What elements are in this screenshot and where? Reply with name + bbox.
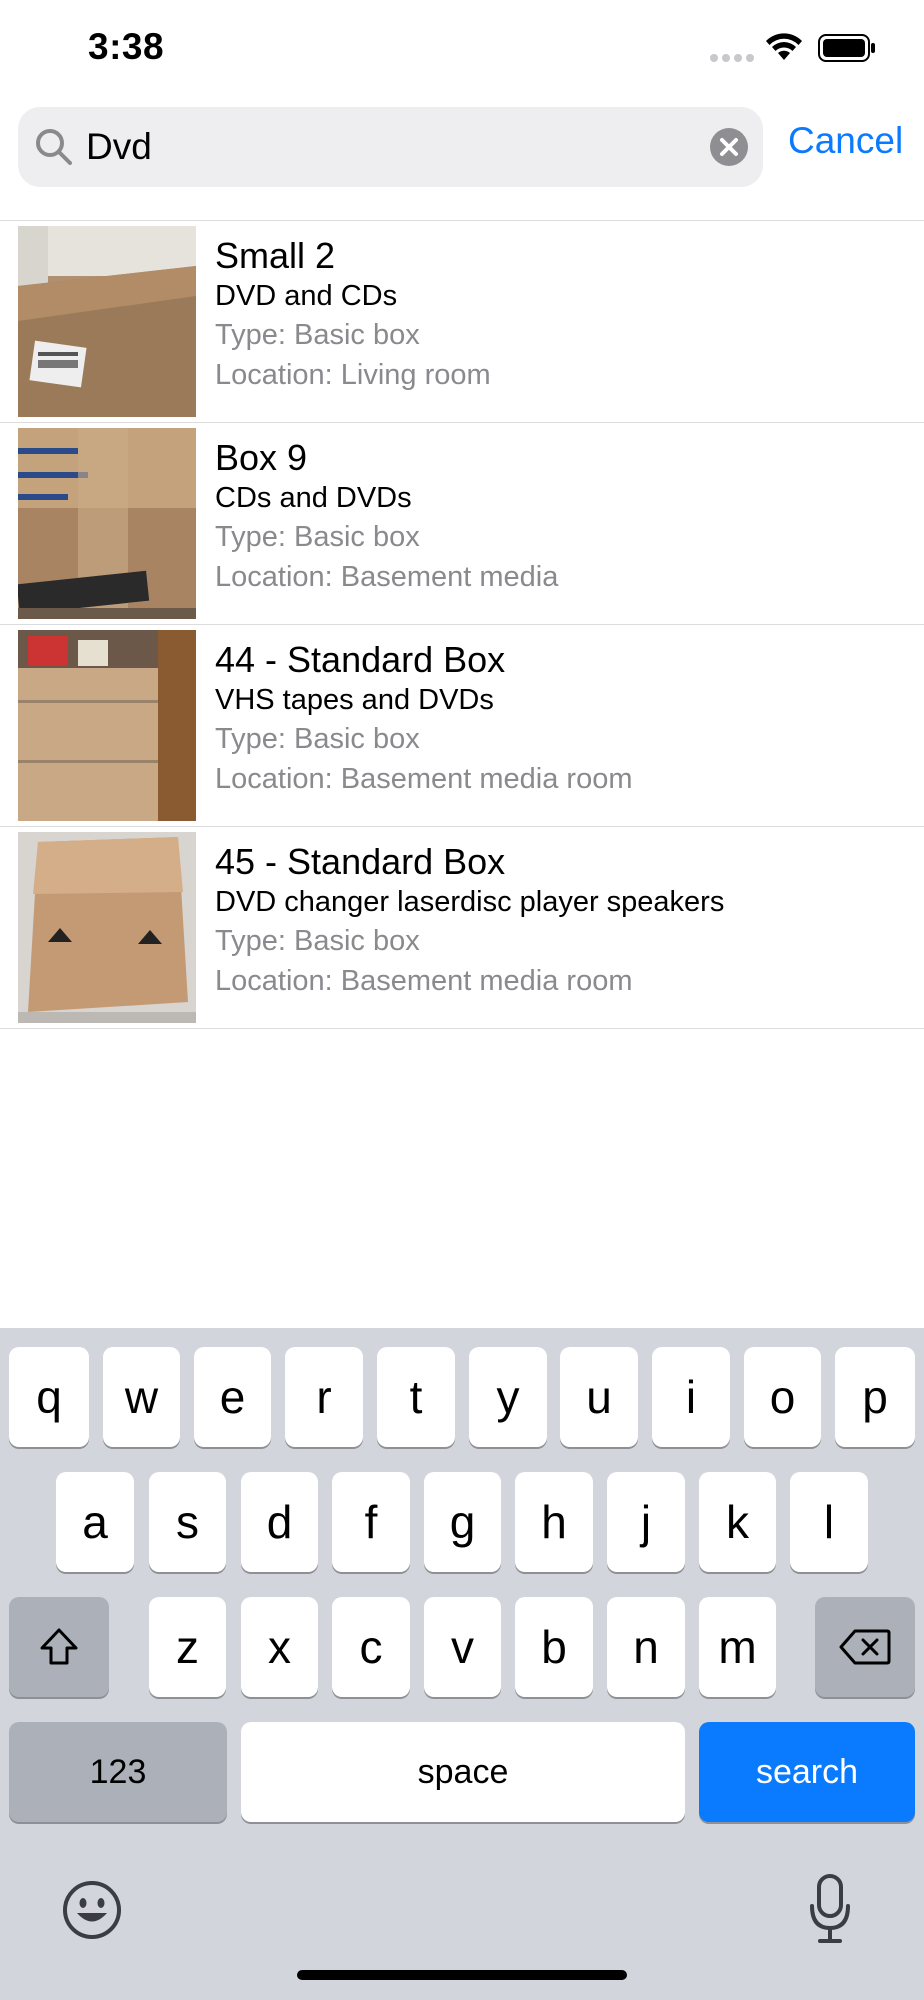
list-item[interactable]: Box 9 CDs and DVDs Type: Basic box Locat… <box>0 423 924 625</box>
box-photo <box>18 630 196 821</box>
key-h[interactable]: h <box>515 1472 593 1572</box>
cancel-button[interactable]: Cancel <box>788 120 903 162</box>
item-type: Type: Basic box <box>215 521 420 553</box>
key-t[interactable]: t <box>377 1347 455 1447</box>
results-list: Small 2 DVD and CDs Type: Basic box Loca… <box>0 221 924 1029</box>
item-description: CDs and DVDs <box>215 482 412 514</box>
key-z[interactable]: z <box>149 1597 226 1697</box>
key-s[interactable]: s <box>149 1472 226 1572</box>
key-w[interactable]: w <box>103 1347 180 1447</box>
key-b[interactable]: b <box>515 1597 593 1697</box>
key-i[interactable]: i <box>652 1347 730 1447</box>
box-photo <box>18 832 196 1023</box>
key-y[interactable]: y <box>469 1347 547 1447</box>
search-key[interactable]: search <box>699 1722 915 1822</box>
list-item[interactable]: Small 2 DVD and CDs Type: Basic box Loca… <box>0 221 924 423</box>
status-bar: 3:38 <box>0 0 924 100</box>
key-p[interactable]: p <box>835 1347 915 1447</box>
microphone-icon[interactable] <box>808 1874 852 1944</box>
item-type: Type: Basic box <box>215 319 420 351</box>
clear-search-button[interactable] <box>710 128 748 166</box>
home-indicator[interactable] <box>297 1970 627 1980</box>
key-e[interactable]: e <box>194 1347 271 1447</box>
key-f[interactable]: f <box>332 1472 410 1572</box>
item-title: Small 2 <box>215 235 336 276</box>
backspace-icon <box>839 1629 891 1665</box>
key-a[interactable]: a <box>56 1472 134 1572</box>
status-time: 3:38 <box>88 26 165 67</box>
space-key[interactable]: space <box>241 1722 685 1822</box>
item-title: 45 - Standard Box <box>215 841 506 882</box>
key-u[interactable]: u <box>560 1347 638 1447</box>
shift-key[interactable] <box>9 1597 109 1697</box>
item-description: DVD changer laserdisc player speakers <box>215 886 725 918</box>
key-m[interactable]: m <box>699 1597 776 1697</box>
item-title: 44 - Standard Box <box>215 639 506 680</box>
item-description: VHS tapes and DVDs <box>215 684 494 716</box>
key-o[interactable]: o <box>744 1347 821 1447</box>
item-title: Box 9 <box>215 437 308 478</box>
search-input[interactable] <box>86 119 686 175</box>
battery-icon <box>818 34 875 62</box>
key-l[interactable]: l <box>790 1472 868 1572</box>
item-type: Type: Basic box <box>215 723 420 755</box>
box-photo <box>18 428 196 619</box>
item-location: Location: Basement media <box>215 561 559 593</box>
clear-icon <box>720 138 738 156</box>
cellular-signal-icon <box>710 54 754 62</box>
item-location: Location: Basement media room <box>215 965 633 997</box>
item-location: Location: Basement media room <box>215 763 633 795</box>
box-photo <box>18 226 196 417</box>
emoji-icon[interactable] <box>62 1880 122 1940</box>
backspace-key[interactable] <box>815 1597 915 1697</box>
search-field[interactable] <box>18 107 763 187</box>
key-g[interactable]: g <box>424 1472 501 1572</box>
item-description: DVD and CDs <box>215 280 398 312</box>
key-d[interactable]: d <box>241 1472 318 1572</box>
key-q[interactable]: q <box>9 1347 89 1447</box>
key-v[interactable]: v <box>424 1597 501 1697</box>
key-n[interactable]: n <box>607 1597 685 1697</box>
key-j[interactable]: j <box>607 1472 685 1572</box>
key-x[interactable]: x <box>241 1597 318 1697</box>
key-c[interactable]: c <box>332 1597 410 1697</box>
item-type: Type: Basic box <box>215 925 420 957</box>
numbers-key[interactable]: 123 <box>9 1722 227 1822</box>
item-location: Location: Living room <box>215 359 491 391</box>
wifi-icon <box>766 33 802 60</box>
list-item[interactable]: 45 - Standard Box DVD changer laserdisc … <box>0 827 924 1029</box>
list-item[interactable]: 44 - Standard Box VHS tapes and DVDs Typ… <box>0 625 924 827</box>
key-k[interactable]: k <box>699 1472 776 1572</box>
shift-icon <box>40 1628 78 1665</box>
key-r[interactable]: r <box>285 1347 363 1447</box>
search-icon <box>36 129 72 165</box>
